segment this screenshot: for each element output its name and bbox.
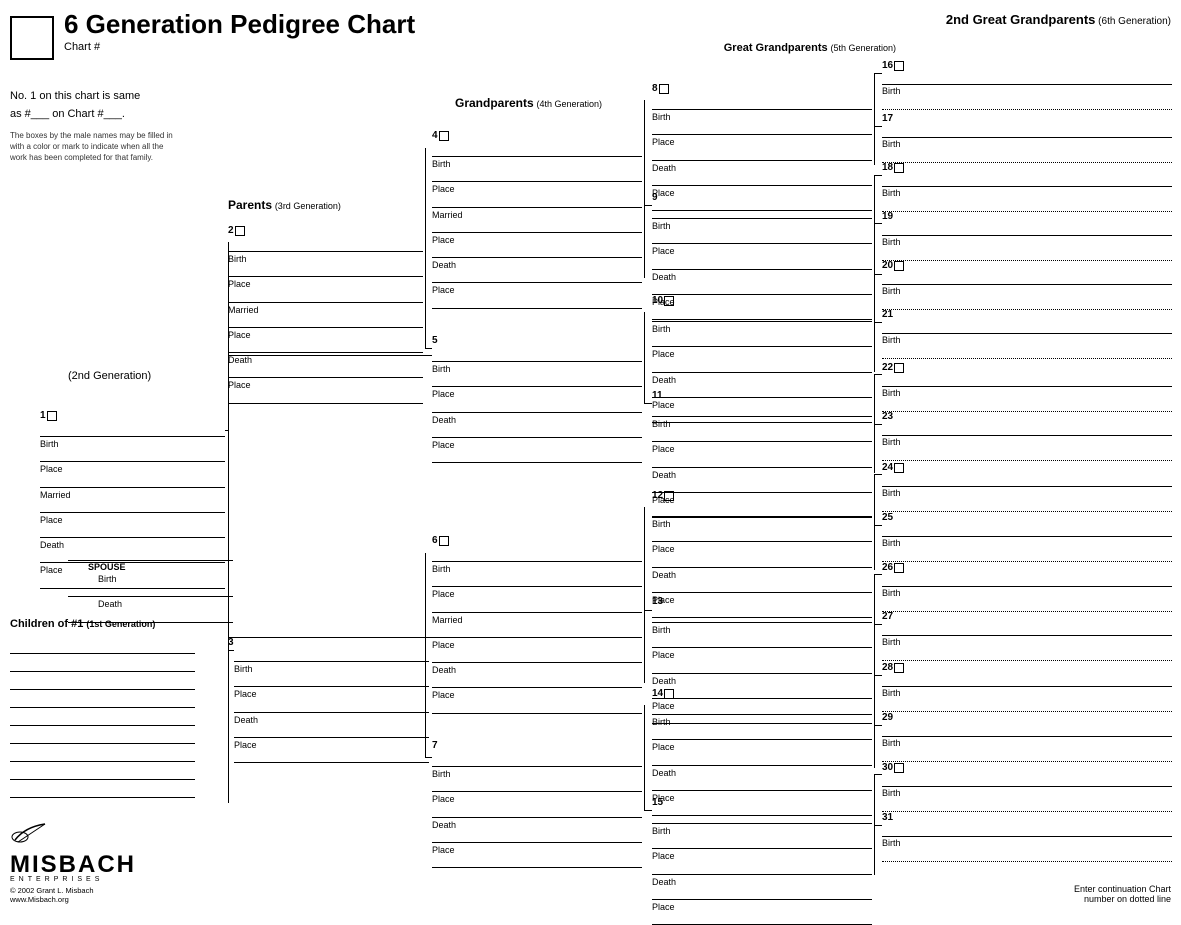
person-7: 7 Birth Place Death Place	[432, 740, 642, 868]
gen2-label: (2nd Generation)	[68, 370, 151, 382]
person-28: 28 Birth	[882, 662, 1172, 712]
chart-box	[10, 16, 54, 60]
gen6-label: 2nd Great Grandparents (6th Generation)	[946, 12, 1171, 27]
person-19: 19 Birth	[882, 211, 1172, 261]
chart-number: Chart #	[64, 41, 415, 53]
spouse-block: SPOUSE Birth Death	[68, 548, 233, 623]
person-15: 15 Birth Place Death Place	[652, 797, 872, 925]
person-18: 18 Birth	[882, 162, 1172, 212]
person-31: 31 Birth	[882, 812, 1172, 862]
info-block: No. 1 on this chart is same as #___ on C…	[10, 88, 175, 164]
children-block: Children of #1 (1st Generation)	[10, 618, 230, 802]
company-name: MISBACH	[10, 851, 140, 879]
person-22: 22 Birth	[882, 362, 1172, 412]
person-29: 29 Birth	[882, 712, 1172, 762]
person-16: 16 Birth	[882, 60, 1172, 110]
page-title: 6 Generation Pedigree Chart	[64, 10, 415, 39]
website: www.Misbach.org	[10, 895, 140, 904]
person-30: 30 Birth	[882, 762, 1172, 812]
person-20: 20 Birth	[882, 260, 1172, 310]
footer: MISBACH ENTERPRISES © 2002 Grant L. Misb…	[10, 847, 140, 904]
person-25: 25 Birth	[882, 512, 1172, 562]
gen5-label: Great Grandparents (5th Generation)	[724, 42, 896, 54]
person-3: Birth Place Death Place	[234, 648, 429, 763]
copyright: © 2002 Grant L. Misbach	[10, 886, 140, 895]
person-17: 17 Birth	[882, 113, 1172, 163]
person-23: 23 Birth	[882, 411, 1172, 461]
person-21: 21 Birth	[882, 309, 1172, 359]
person-26: 26 Birth	[882, 562, 1172, 612]
person-4: 4 Birth Place Married Place Death Place	[432, 130, 642, 309]
person-27: 27 Birth	[882, 611, 1172, 661]
gen4-label: Grandparents (4th Generation)	[455, 96, 602, 110]
person-5: 5 Birth Place Death Place	[432, 335, 642, 463]
footer-note: Enter continuation Chart number on dotte…	[1074, 884, 1171, 904]
person-2: 2 Birth Place Married Place Death Place	[228, 225, 423, 404]
gen3-label: Parents (3rd Generation)	[228, 198, 341, 212]
person-6: 6 Birth Place Married Place Death Place	[432, 535, 642, 714]
person-24: 24 Birth	[882, 462, 1172, 512]
